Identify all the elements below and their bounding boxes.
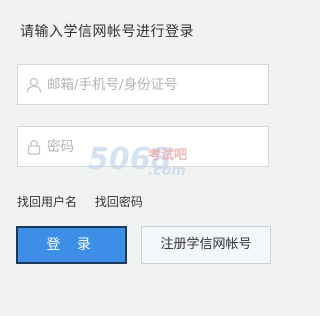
find-username-link[interactable]: 找回用户名 [17, 195, 77, 209]
login-button[interactable]: 登 录 [16, 226, 127, 264]
login-panel: 请输入学信网帐号进行登录 5068 考试吧 .com 找回用户名 找回密码 登 … [0, 0, 286, 316]
username-input[interactable] [47, 74, 257, 96]
user-icon [26, 77, 42, 93]
login-title: 请输入学信网帐号进行登录 [20, 24, 194, 40]
password-field[interactable] [17, 126, 269, 167]
password-input[interactable] [47, 136, 257, 158]
register-button[interactable]: 注册学信网帐号 [141, 226, 271, 264]
find-password-link[interactable]: 找回密码 [95, 195, 143, 209]
username-field[interactable] [17, 64, 269, 105]
account-recovery-links: 找回用户名 找回密码 [17, 193, 143, 210]
lock-icon [27, 140, 41, 155]
